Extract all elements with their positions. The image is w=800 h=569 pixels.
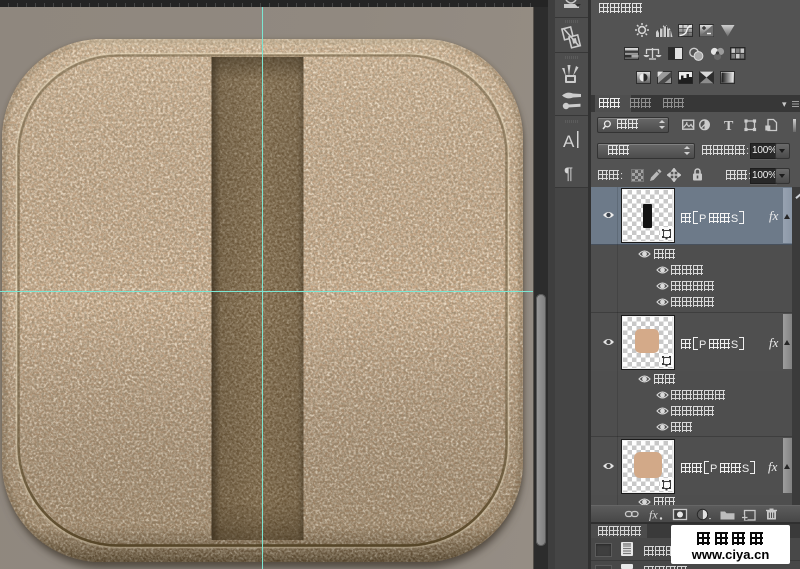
svg-text:fx: fx	[649, 508, 658, 522]
svg-text:A: A	[563, 132, 575, 151]
svg-text:T: T	[724, 119, 734, 132]
svg-text:¶: ¶	[564, 164, 573, 183]
